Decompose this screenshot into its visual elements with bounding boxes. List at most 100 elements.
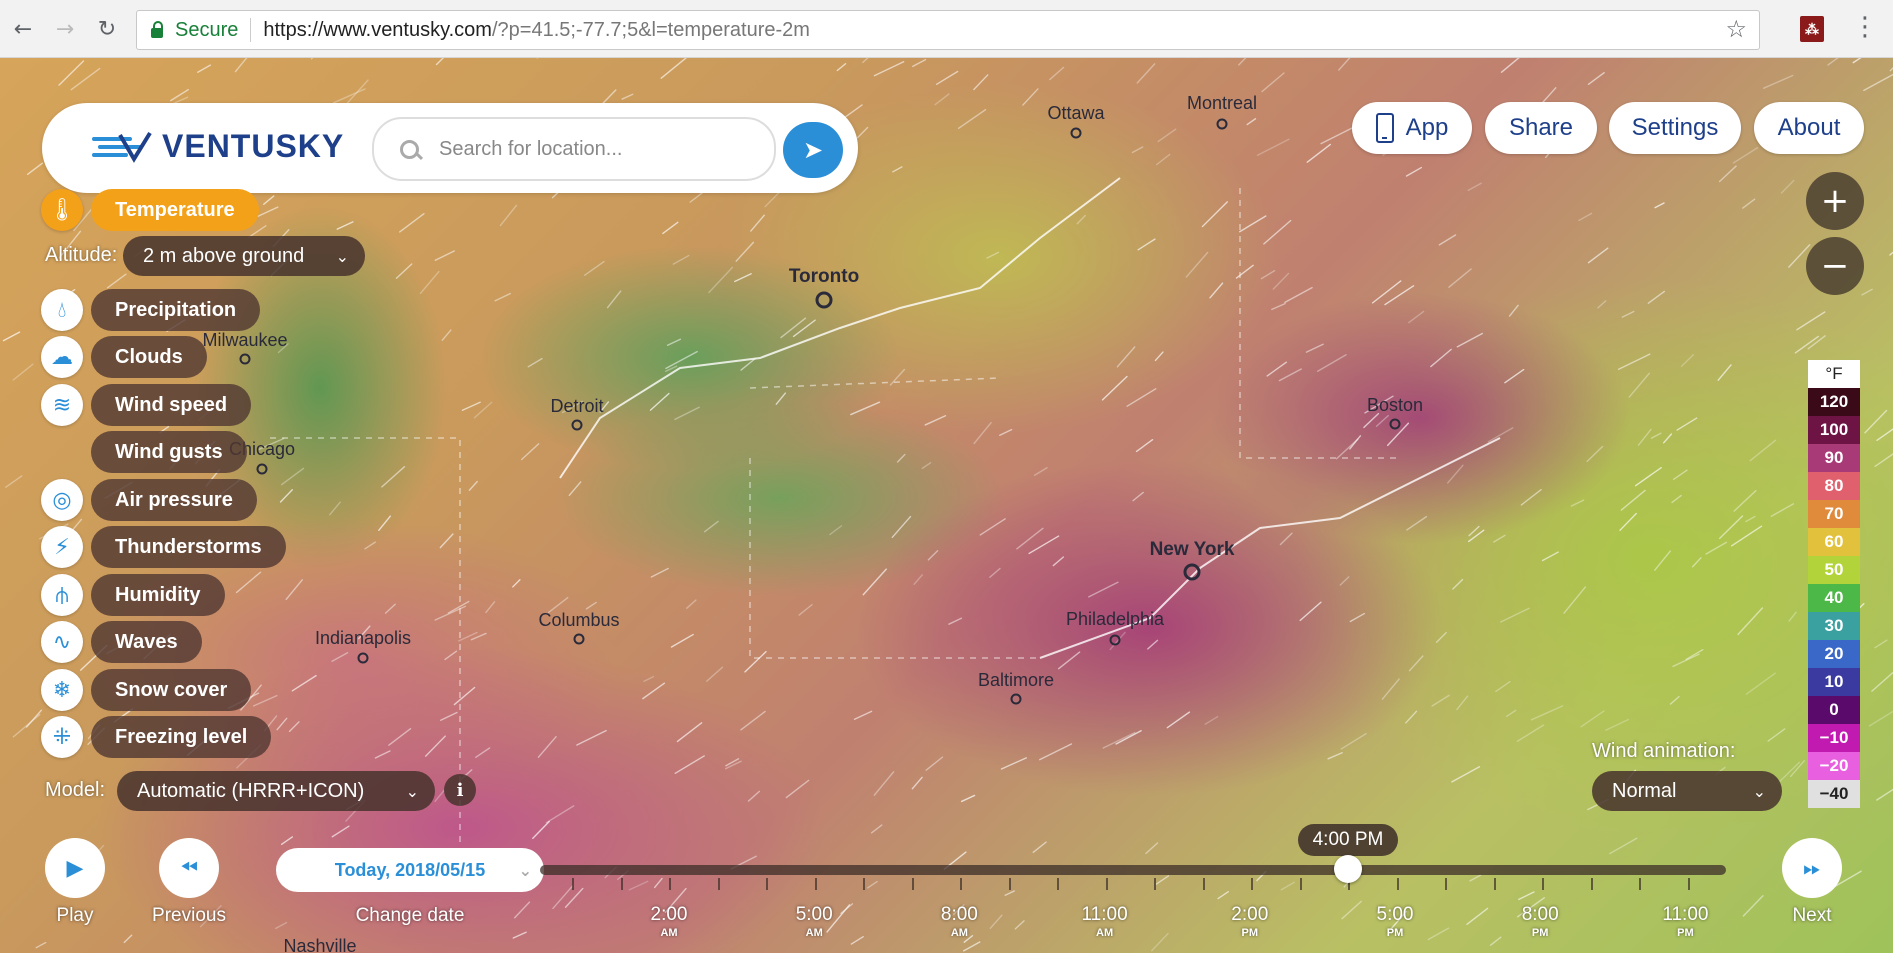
chevron-down-icon: ⌄	[518, 860, 532, 880]
legend-cell: 10	[1808, 668, 1860, 696]
layer-waves[interactable]: Waves	[91, 621, 202, 663]
forward-icon[interactable]: →	[50, 14, 80, 44]
hour-ampm: AM	[1096, 927, 1114, 939]
city-montreal-dot	[1216, 118, 1228, 130]
city-baltimore[interactable]: Baltimore	[978, 670, 1054, 691]
hour-ampm: PM	[1677, 927, 1694, 939]
layer-snow-cover[interactable]: Snow cover	[91, 669, 252, 711]
play-icon: ▶	[66, 855, 84, 881]
reload-icon[interactable]: ↻	[92, 14, 122, 44]
hour-ampm: AM	[660, 927, 678, 939]
layer-wind-speed[interactable]: Wind speed	[91, 384, 252, 426]
city-philadelphia[interactable]: Philadelphia	[1066, 609, 1164, 630]
timeline-tick	[911, 878, 914, 890]
legend-unit[interactable]: °F	[1808, 360, 1860, 388]
timeline-tick	[572, 878, 574, 890]
city-boston[interactable]: Boston	[1367, 395, 1423, 416]
bookmark-star-icon[interactable]: ☆	[1725, 15, 1747, 43]
legend-cell: 120	[1808, 388, 1860, 416]
hour-ampm: PM	[1386, 927, 1404, 939]
search-icon	[400, 139, 419, 159]
city-detroit[interactable]: Detroit	[550, 396, 603, 417]
city-indianapolis[interactable]: Indianapolis	[315, 628, 411, 649]
layer-temperature[interactable]: Temperature	[91, 189, 259, 231]
hour-time: 11:00	[1081, 904, 1128, 925]
timeline-tick	[1590, 878, 1593, 890]
snowflake-icon[interactable]: ❄	[41, 669, 83, 711]
timeline-tick	[1493, 878, 1496, 890]
rewind-icon: ⏪︎	[180, 855, 198, 881]
pressure-icon[interactable]: ◎	[41, 479, 83, 521]
drop-icon[interactable]: 💧︎	[41, 289, 83, 331]
ventusky-logo[interactable]: VENTUSKY	[90, 128, 344, 165]
layer-wind-gusts[interactable]: Wind gusts	[91, 431, 247, 473]
hour-label[interactable]: 2:00 PM	[1231, 905, 1268, 939]
next-label: Next	[1792, 905, 1832, 926]
pdf-extension-icon[interactable]: ⁂	[1800, 16, 1824, 42]
layer-humidity[interactable]: Humidity	[91, 574, 225, 616]
wind-animation-select[interactable]: Normal ⌄	[1592, 771, 1782, 811]
city-milwaukee[interactable]: Milwaukee	[202, 330, 287, 351]
city-ottawa[interactable]: Ottawa	[1047, 103, 1104, 124]
layer-freezing-level[interactable]: Freezing level	[91, 716, 272, 758]
hour-label[interactable]: 5:00 AM	[796, 905, 833, 939]
hour-label[interactable]: 2:00 AM	[651, 905, 688, 939]
city-toronto[interactable]: Toronto	[789, 266, 859, 288]
search-input[interactable]	[437, 136, 761, 162]
zoom-out-button[interactable]: −	[1806, 237, 1864, 295]
about-button[interactable]: About	[1754, 102, 1864, 154]
timeline-tick	[1008, 878, 1011, 890]
city-columbus[interactable]: Columbus	[538, 610, 619, 631]
lightning-icon[interactable]: ⚡︎	[41, 526, 83, 568]
altitude-select[interactable]: 2 m above ground ⌄	[123, 236, 365, 276]
legend-cell: 90	[1808, 444, 1860, 472]
freezing-icon[interactable]: ⁜	[41, 716, 83, 758]
logo-wind-icon	[92, 131, 152, 163]
next-button[interactable]: ⏩︎	[1782, 838, 1842, 898]
hour-time: 5:00	[1376, 904, 1414, 925]
layer-air-pressure[interactable]: Air pressure	[91, 479, 257, 521]
timeline-handle[interactable]	[1334, 855, 1362, 883]
hour-label[interactable]: 8:00 PM	[1522, 905, 1559, 939]
wind-icon[interactable]: ≋	[41, 384, 83, 426]
timeline-tick	[1299, 878, 1302, 890]
date-value: Today, 2018/05/15	[334, 859, 486, 880]
hour-ampm: PM	[1531, 927, 1549, 939]
address-bar[interactable]: Secure https://www.ventusky.com/?p=41.5;…	[136, 10, 1760, 50]
layer-clouds[interactable]: Clouds	[91, 336, 207, 378]
search-box[interactable]	[372, 117, 776, 181]
city-new-york[interactable]: New York	[1150, 539, 1235, 561]
humidity-icon[interactable]: ⫛	[41, 574, 83, 616]
zoom-in-button[interactable]: +	[1806, 172, 1864, 230]
thermometer-icon[interactable]: 🌡︎	[41, 189, 83, 231]
model-select[interactable]: Automatic (HRRR+ICON) ⌄	[117, 771, 435, 811]
play-button[interactable]: ▶	[45, 838, 105, 898]
timeline-tick	[766, 878, 768, 890]
hour-label[interactable]: 11:00 PM	[1662, 905, 1708, 939]
waves-icon[interactable]: ∿	[41, 621, 83, 663]
layer-thunderstorms[interactable]: Thunderstorms	[91, 526, 286, 568]
settings-button[interactable]: Settings	[1609, 102, 1741, 154]
hour-time: 2:00	[1231, 904, 1269, 925]
timeline-track[interactable]	[540, 865, 1726, 875]
previous-button[interactable]: ⏪︎	[159, 838, 219, 898]
city-indianapolis-dot	[357, 652, 369, 664]
legend-cell: 20	[1808, 640, 1860, 668]
hour-label[interactable]: 5:00 PM	[1377, 905, 1414, 939]
info-icon[interactable]: i	[444, 774, 476, 806]
cloud-icon[interactable]: ☁	[41, 336, 83, 378]
city-montreal[interactable]: Montreal	[1187, 93, 1257, 114]
date-picker[interactable]: Today, 2018/05/15 ⌄	[276, 848, 544, 892]
locate-button[interactable]: ➤	[783, 122, 843, 178]
model-label: Model:	[45, 779, 106, 801]
browser-menu-icon[interactable]: ⋮	[1852, 12, 1878, 42]
hour-label[interactable]: 11:00 AM	[1082, 905, 1128, 939]
app-button[interactable]: App	[1352, 102, 1472, 154]
change-date-label: Change date	[355, 905, 465, 926]
city-nashville[interactable]: Nashville	[283, 936, 356, 953]
share-button[interactable]: Share	[1485, 102, 1597, 154]
back-icon[interactable]: ←	[8, 14, 38, 44]
city-chicago-dot	[256, 463, 268, 475]
layer-precipitation[interactable]: Precipitation	[91, 289, 261, 331]
hour-label[interactable]: 8:00 AM	[941, 905, 978, 939]
